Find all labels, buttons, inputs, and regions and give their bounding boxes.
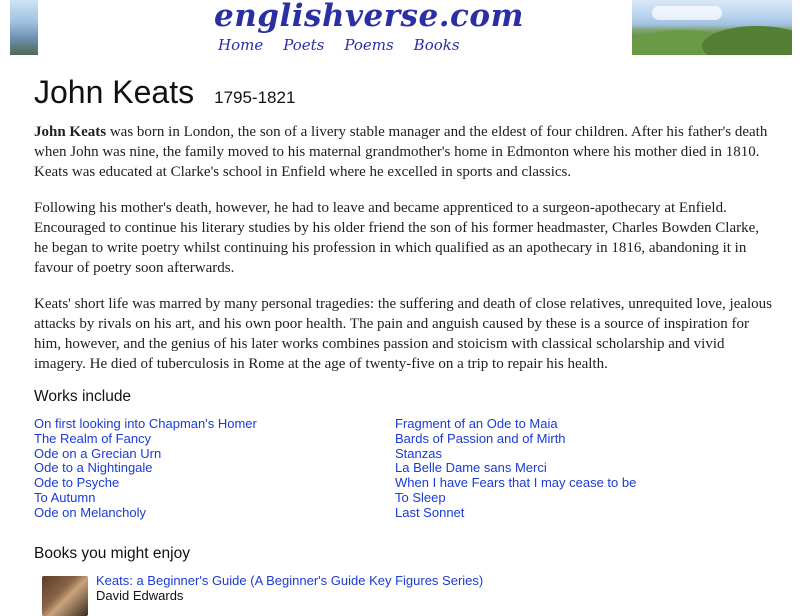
work-link[interactable]: The Realm of Fancy — [34, 431, 151, 446]
list-item: Ode on Melancholy — [34, 505, 395, 521]
list-item: Ode on a Grecian Urn — [34, 446, 395, 462]
book-author: David Edwards — [96, 588, 184, 603]
list-item: On first looking into Chapman's Homer — [34, 416, 395, 432]
work-link[interactable]: To Autumn — [34, 490, 95, 505]
list-item: To Sleep — [395, 490, 636, 506]
works-column-1: On first looking into Chapman's Homer Th… — [34, 416, 395, 521]
work-link[interactable]: To Sleep — [395, 490, 446, 505]
nav-poets-link[interactable]: Poets — [283, 36, 324, 54]
work-link[interactable]: On first looking into Chapman's Homer — [34, 416, 257, 431]
work-link[interactable]: Ode on a Grecian Urn — [34, 446, 161, 461]
list-item: When I have Fears that I may cease to be — [395, 475, 636, 491]
work-link[interactable]: When I have Fears that I may cease to be — [395, 475, 636, 490]
page-title-row: John Keats 1795-1821 — [34, 74, 295, 111]
work-link[interactable]: Ode on Melancholy — [34, 505, 146, 520]
bio-poet-name: John Keats — [34, 124, 107, 140]
books-heading: Books you might enjoy — [34, 545, 190, 562]
work-link[interactable]: Stanzas — [395, 446, 442, 461]
site-logo[interactable]: englishverse.com — [214, 0, 524, 34]
banner-image-left — [10, 0, 38, 55]
book-title-link[interactable]: Keats: a Beginner's Guide (A Beginner's … — [96, 573, 483, 588]
list-item: Fragment of an Ode to Maia — [395, 416, 636, 432]
biography: John Keats was born in London, the son o… — [34, 122, 774, 390]
list-item: Ode to Psyche — [34, 475, 395, 491]
site-header: englishverse.com Home Poets Poems Books — [0, 0, 800, 60]
banner-image-landscape — [632, 0, 792, 55]
list-item: Last Sonnet — [395, 505, 636, 521]
list-item: The Realm of Fancy — [34, 431, 395, 447]
work-link[interactable]: Bards of Passion and of Mirth — [395, 431, 566, 446]
work-link[interactable]: Fragment of an Ode to Maia — [395, 416, 558, 431]
work-link[interactable]: Ode to Psyche — [34, 475, 119, 490]
bio-paragraph-3: Keats' short life was marred by many per… — [34, 296, 773, 372]
page-title: John Keats — [34, 74, 195, 110]
list-item: La Belle Dame sans Merci — [395, 460, 636, 476]
works-column-2: Fragment of an Ode to Maia Bards of Pass… — [395, 416, 636, 521]
main-nav: Home Poets Poems Books — [218, 36, 460, 54]
list-item: Stanzas — [395, 446, 636, 462]
nav-books-link[interactable]: Books — [414, 36, 460, 54]
bio-paragraph-1: John Keats was born in London, the son o… — [34, 122, 774, 182]
bio-paragraph-1-text: was born in London, the son of a livery … — [34, 124, 768, 180]
works-heading: Works include — [34, 388, 132, 405]
work-link[interactable]: Ode to a Nightingale — [34, 460, 153, 475]
nav-poems-link[interactable]: Poems — [344, 36, 393, 54]
work-link[interactable]: Last Sonnet — [395, 505, 464, 520]
work-link[interactable]: La Belle Dame sans Merci — [395, 460, 547, 475]
nav-home-link[interactable]: Home — [218, 36, 263, 54]
list-item: Ode to a Nightingale — [34, 460, 395, 476]
works-list: On first looking into Chapman's Homer Th… — [34, 416, 774, 521]
list-item: Bards of Passion and of Mirth — [395, 431, 636, 447]
bio-paragraph-2: Following his mother's death, however, h… — [34, 200, 760, 276]
list-item: To Autumn — [34, 490, 395, 506]
poet-dates: 1795-1821 — [214, 88, 296, 107]
book-cover-image[interactable] — [42, 576, 88, 616]
